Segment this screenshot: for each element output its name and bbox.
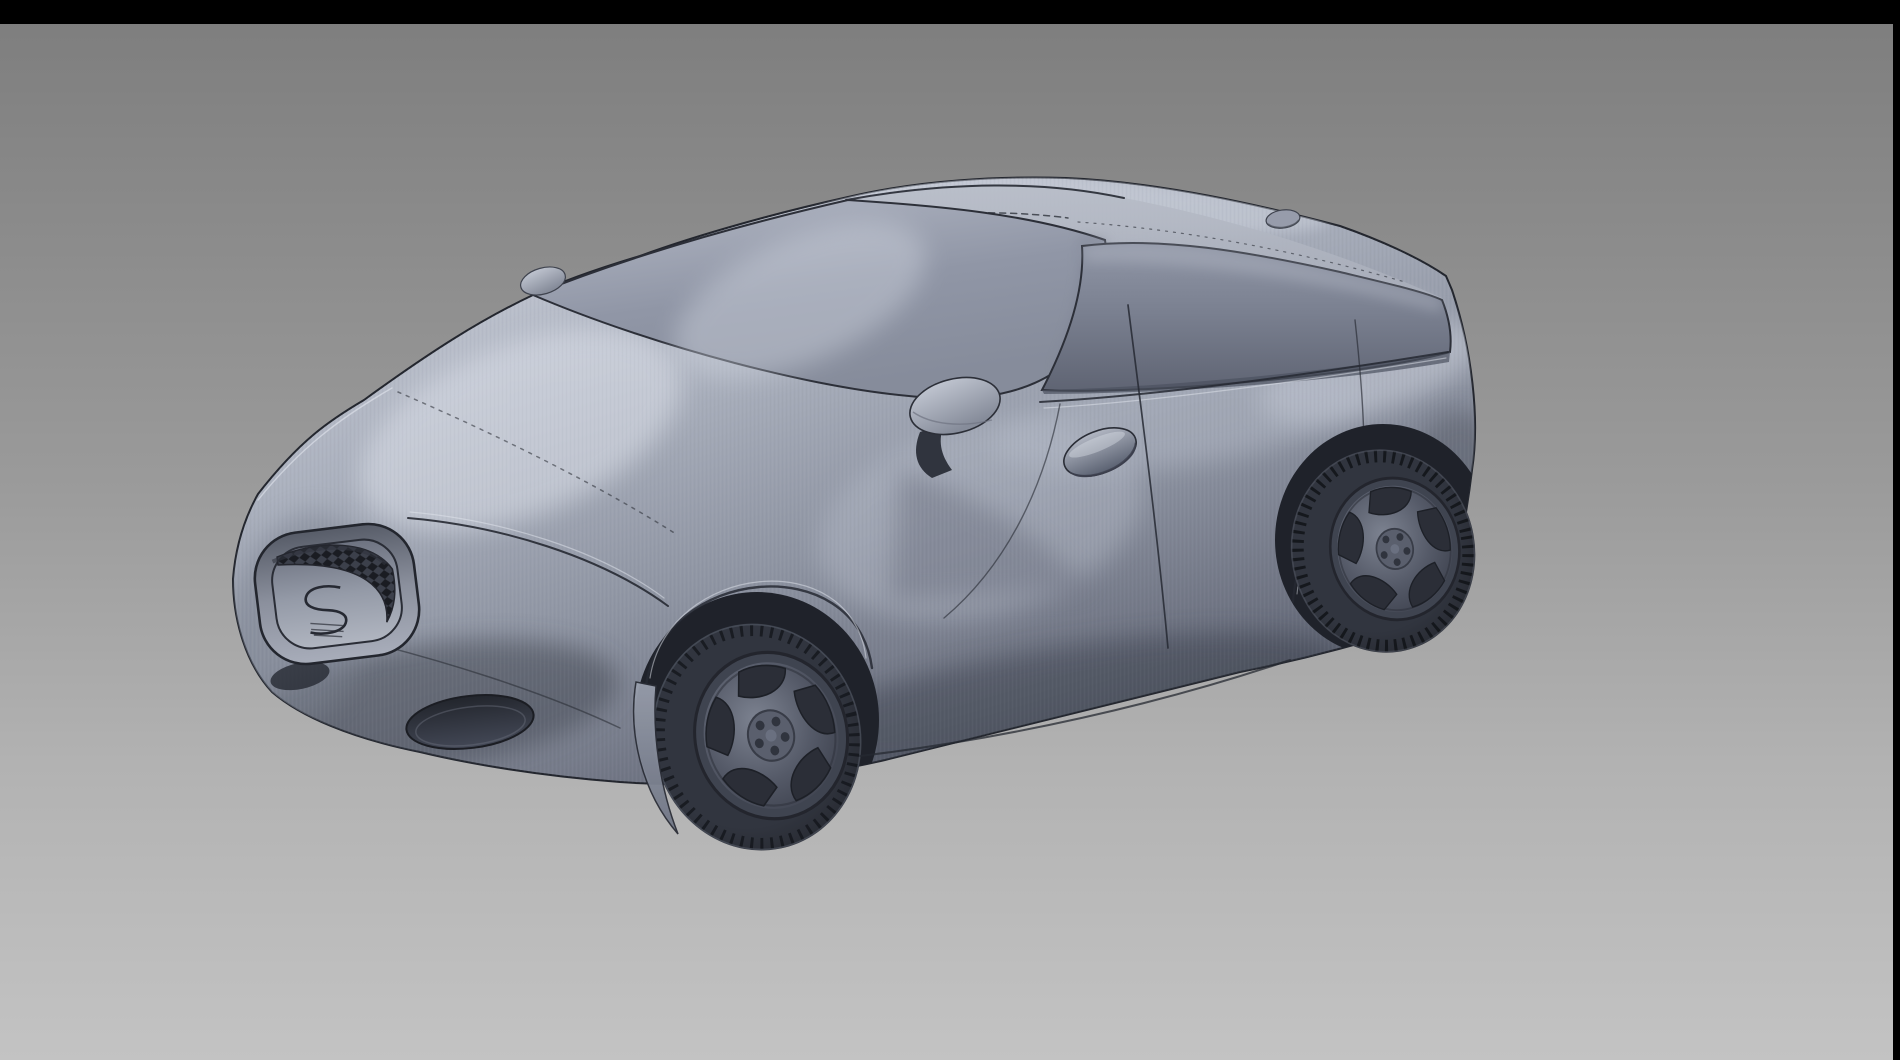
- front-grille: [250, 519, 425, 670]
- top-letterbox-bar: [0, 0, 1900, 24]
- car-model[interactable]: [205, 157, 1520, 873]
- viewport-canvas[interactable]: [0, 0, 1900, 1060]
- right-letterbox-bar: [1893, 0, 1900, 1060]
- render-stage: [0, 0, 1900, 1060]
